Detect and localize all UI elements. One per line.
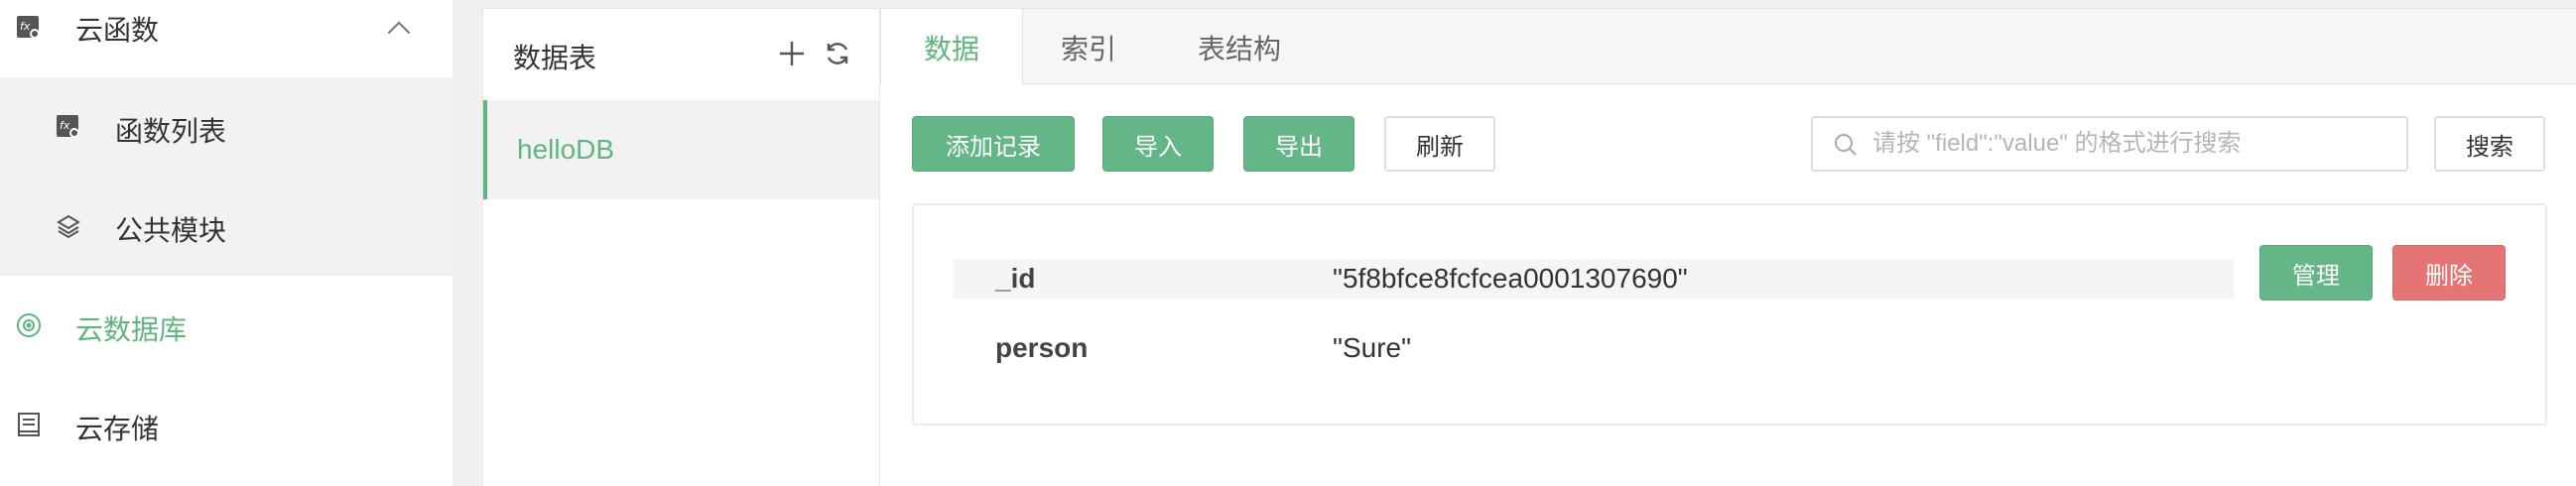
tables-panel-header: 数据表: [483, 9, 880, 100]
database-icon: [16, 312, 42, 338]
main-panel: 数据 索引 表结构 添加记录 导入 导出 刷新 搜索 _id "5f8bfce8…: [879, 8, 2576, 486]
sidebar-item-cloud-functions[interactable]: fx 云函数: [0, 0, 452, 77]
field-value: "Sure": [1333, 332, 1412, 363]
sidebar-item-cloud-storage[interactable]: 云存储: [0, 375, 452, 474]
sidebar-item-label: 公共模块: [115, 215, 227, 246]
field-row-person: person "Sure": [954, 328, 2234, 368]
delete-button[interactable]: 删除: [2392, 245, 2506, 301]
export-button[interactable]: 导出: [1243, 116, 1354, 172]
tab-data[interactable]: 数据: [880, 9, 1023, 85]
field-row-id: _id "5f8bfce8fcfcea0001307690": [954, 259, 2234, 299]
sidebar-item-function-list[interactable]: fx 函数列表: [0, 77, 452, 177]
sidebar-item-cloud-database[interactable]: 云数据库: [0, 276, 452, 375]
table-item-label: helloDB: [517, 134, 615, 165]
field-value: "5f8bfce8fcfcea0001307690": [1333, 263, 1688, 294]
cloud-function-icon: fx: [16, 15, 42, 41]
refresh-icon[interactable]: [823, 39, 852, 68]
add-record-button[interactable]: 添加记录: [912, 116, 1075, 172]
search-box[interactable]: [1811, 116, 2408, 172]
tab-label: 数据: [923, 33, 979, 64]
tables-panel: 数据表 helloDB: [482, 8, 880, 486]
svg-text:fx: fx: [20, 20, 31, 33]
manage-button[interactable]: 管理: [2259, 245, 2373, 301]
sidebar-item-label: 云数据库: [75, 314, 188, 345]
sidebar-item-label: 函数列表: [115, 116, 227, 147]
function-list-icon: fx: [56, 114, 81, 140]
table-item-hellodb[interactable]: helloDB: [483, 100, 880, 199]
tab-bar: 数据 索引 表结构: [880, 9, 2576, 85]
field-key: person: [995, 332, 1089, 363]
search-icon: [1833, 132, 1859, 158]
chevron-up-icon[interactable]: [387, 21, 411, 45]
svg-text:fx: fx: [60, 119, 70, 132]
tab-index[interactable]: 索引: [1061, 9, 1116, 85]
search-input[interactable]: [1872, 130, 2388, 158]
tab-schema[interactable]: 表结构: [1198, 9, 1281, 85]
sidebar-item-label: 云函数: [75, 15, 160, 46]
plus-icon[interactable]: [777, 39, 807, 68]
sidebar-item-label: 云存储: [75, 414, 160, 444]
tab-label: 索引: [1061, 33, 1117, 64]
sidebar-item-common-modules[interactable]: 公共模块: [0, 177, 452, 276]
layers-icon: [56, 213, 81, 239]
import-button[interactable]: 导入: [1102, 116, 1214, 172]
tables-panel-title: 数据表: [513, 43, 597, 73]
record-card: _id "5f8bfce8fcfcea0001307690" person "S…: [912, 203, 2547, 425]
refresh-button[interactable]: 刷新: [1384, 116, 1495, 172]
sidebar: fx 云函数 fx 函数列表 公共模块 云数据库 云存储: [0, 0, 452, 486]
storage-icon: [16, 412, 42, 437]
field-key: _id: [995, 263, 1036, 294]
tab-label: 表结构: [1198, 33, 1282, 64]
search-button[interactable]: 搜索: [2434, 116, 2545, 172]
